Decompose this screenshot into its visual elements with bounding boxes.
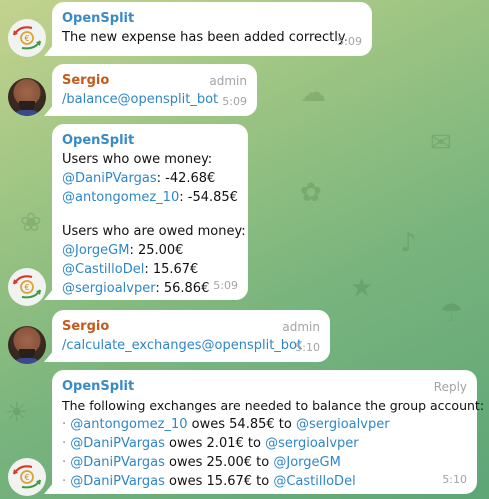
- user-mention[interactable]: @DaniPVargas: [70, 455, 165, 470]
- owed-heading: Users who are owed money:: [62, 224, 246, 239]
- opensplit-avatar[interactable]: €: [8, 268, 46, 306]
- exchange-amount: owes 25.00€ to: [169, 455, 270, 470]
- svg-text:€: €: [24, 34, 29, 43]
- bot-command-link[interactable]: /calculate_exchanges@opensplit_bot: [62, 336, 320, 355]
- user-mention[interactable]: @CastilloDel: [62, 262, 144, 277]
- balance-amount: : -54.85€: [179, 190, 238, 205]
- sergio-avatar[interactable]: [8, 78, 46, 116]
- sender-name[interactable]: Sergio: [62, 318, 320, 336]
- opensplit-logo-icon: €: [13, 26, 41, 50]
- bullet: ·: [62, 417, 67, 432]
- doodle-pattern-icon: ☂: [440, 298, 464, 328]
- doodle-pattern-icon: ❀: [20, 208, 42, 238]
- message-time: 5:09: [337, 35, 362, 48]
- balance-amount: : -42.68€: [156, 171, 216, 186]
- user-mention[interactable]: @JorgeGM: [62, 243, 129, 258]
- reply-button[interactable]: Reply: [434, 378, 467, 397]
- balance-amount: : 56.86€: [155, 281, 210, 296]
- doodle-pattern-icon: ✿: [300, 178, 322, 208]
- balance-row: @CastilloDel: 15.67€: [62, 260, 238, 279]
- exchange-amount: owes 2.01€ to: [169, 436, 261, 451]
- balance-amount: : 25.00€: [129, 243, 184, 258]
- exchange-amount: owes 54.85€ to: [191, 417, 292, 432]
- owe-heading: Users who owe money:: [62, 152, 213, 167]
- sender-name[interactable]: OpenSplit: [62, 10, 362, 28]
- balance-row: @sergioalvper: 56.86€: [62, 279, 238, 298]
- svg-text:€: €: [24, 283, 29, 292]
- message-bubble[interactable]: Sergio admin /calculate_exchanges@opensp…: [52, 310, 330, 362]
- avatar-shirt: [11, 110, 43, 116]
- admin-badge: admin: [282, 320, 320, 334]
- doodle-pattern-icon: ☁: [300, 78, 326, 108]
- avatar-shirt: [11, 358, 43, 364]
- sergio-avatar[interactable]: [8, 326, 46, 364]
- message-bubble[interactable]: OpenSplit The new expense has been added…: [52, 2, 372, 56]
- user-mention[interactable]: @antongomez_10: [62, 190, 179, 205]
- user-mention[interactable]: @sergioalvper: [265, 436, 359, 451]
- message-text: The new expense has been added correctly…: [62, 30, 348, 45]
- message-time: 5:09: [213, 279, 238, 292]
- balance-row: @antongomez_10: -54.85€: [62, 188, 238, 207]
- doodle-pattern-icon: ♪: [400, 228, 417, 258]
- message-text: The following exchanges are needed to ba…: [62, 398, 485, 413]
- balance-row: @DaniPVargas: -42.68€: [62, 169, 238, 188]
- bullet: ·: [62, 436, 67, 451]
- bullet: ·: [62, 474, 67, 489]
- user-mention[interactable]: @DaniPVargas: [62, 171, 157, 186]
- balance-row: @JorgeGM: 25.00€: [62, 241, 238, 260]
- user-mention[interactable]: @CastilloDel: [273, 474, 355, 489]
- opensplit-logo-icon: €: [13, 275, 41, 299]
- exchange-amount: owes 15.67€ to: [169, 474, 270, 489]
- opensplit-logo-icon: €: [13, 465, 41, 489]
- admin-badge: admin: [209, 74, 247, 88]
- svg-text:€: €: [24, 473, 29, 482]
- opensplit-avatar[interactable]: €: [8, 458, 46, 496]
- message-time: 5:10: [442, 473, 467, 486]
- bullet: ·: [62, 455, 67, 470]
- exchange-row: · @DaniPVargas owes 15.67€ to @CastilloD…: [62, 472, 467, 491]
- sender-name[interactable]: OpenSplit: [62, 378, 467, 396]
- message-bubble[interactable]: OpenSplit Users who owe money: @DaniPVar…: [52, 124, 248, 300]
- exchange-row: · @DaniPVargas owes 2.01€ to @sergioalvp…: [62, 434, 467, 453]
- bot-command-link[interactable]: /balance@opensplit_bot: [62, 90, 247, 109]
- user-mention[interactable]: @DaniPVargas: [70, 436, 165, 451]
- message-bubble[interactable]: OpenSplit Reply The following exchanges …: [52, 370, 485, 494]
- opensplit-avatar[interactable]: €: [8, 19, 46, 57]
- exchange-row: · @antongomez_10 owes 54.85€ to @sergioa…: [62, 415, 467, 434]
- message-bubble[interactable]: Sergio admin /balance@opensplit_bot 5:09: [52, 64, 257, 116]
- balance-amount: : 15.67€: [144, 262, 199, 277]
- chat-history: ☁ ✉ ✿ ♪ ★ ☂ ❀ ☀ € OpenSplit The new expe…: [0, 0, 489, 499]
- doodle-pattern-icon: ★: [350, 273, 374, 303]
- exchange-row: · @DaniPVargas owes 25.00€ to @JorgeGM: [62, 453, 467, 472]
- message-time: 5:09: [222, 95, 247, 108]
- user-mention[interactable]: @sergioalvper: [62, 281, 155, 296]
- user-mention[interactable]: @DaniPVargas: [70, 474, 165, 489]
- user-mention[interactable]: @JorgeGM: [273, 455, 340, 470]
- sender-name[interactable]: OpenSplit: [62, 132, 238, 150]
- doodle-pattern-icon: ✉: [430, 128, 452, 158]
- message-time: 5:10: [295, 341, 320, 354]
- user-mention[interactable]: @antongomez_10: [70, 417, 187, 432]
- doodle-pattern-icon: ☀: [5, 398, 29, 428]
- user-mention[interactable]: @sergioalvper: [296, 417, 390, 432]
